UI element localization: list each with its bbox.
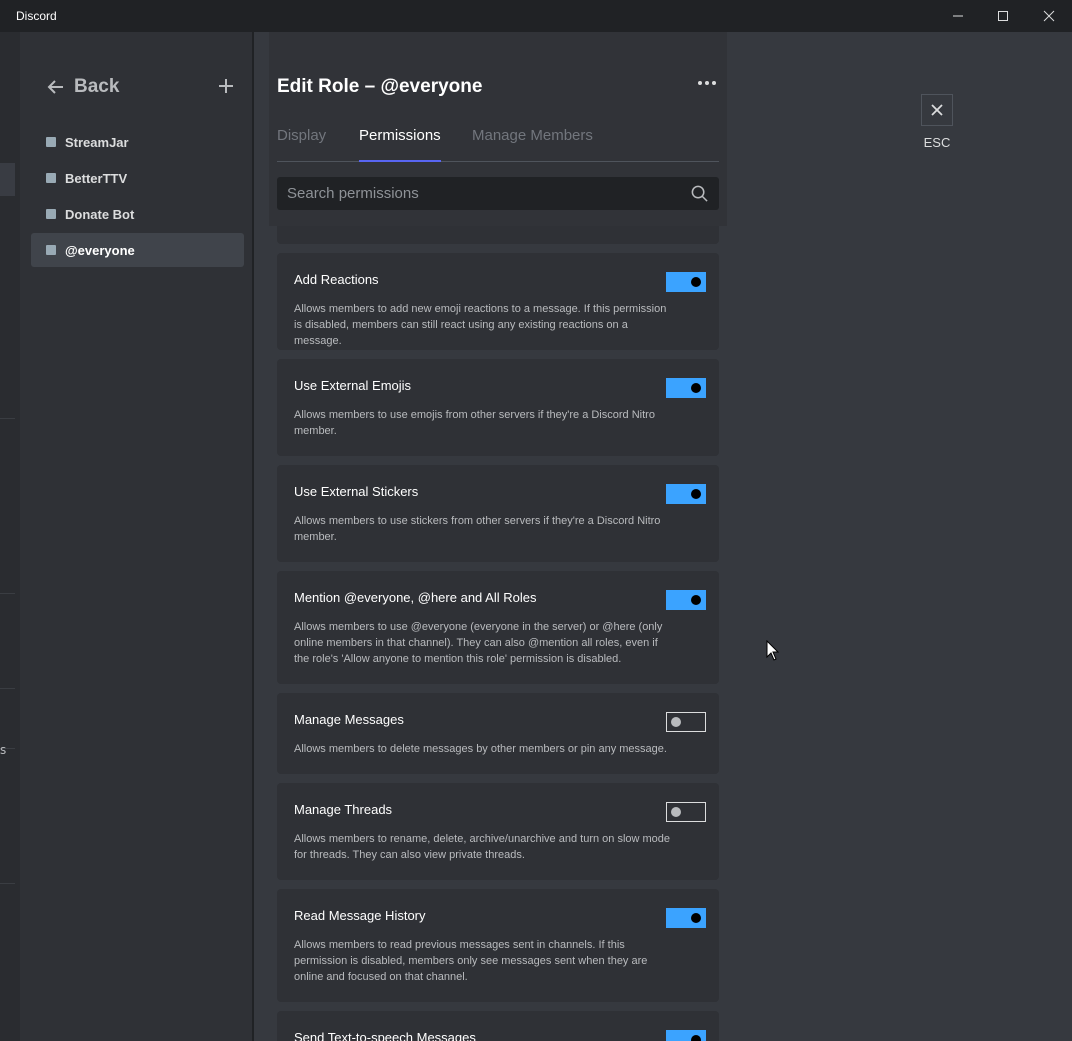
toggle-knob (671, 807, 681, 817)
minimize-icon (953, 15, 963, 17)
permission-toggle[interactable] (666, 590, 706, 610)
edit-role-content: Edit Role – @everyone Display Permission… (254, 32, 1072, 1041)
role-name: Donate Bot (65, 206, 135, 222)
toggle-knob (691, 277, 701, 287)
discord-window: Discord s Back StreamJar BetterTTV Donat… (0, 0, 1072, 1041)
permission-toggle[interactable] (666, 484, 706, 504)
ellipsis-icon (705, 81, 709, 85)
edge-text: s (0, 743, 7, 757)
close-icon (931, 104, 943, 116)
permission-card: Use External Emojis Allows members to us… (277, 359, 719, 456)
permission-name: Use External Emojis (294, 378, 412, 393)
close-icon (1043, 10, 1055, 22)
tab-bar: Display Permissions Manage Members (277, 124, 719, 162)
permission-card: Use External Stickers Allows members to … (277, 465, 719, 562)
role-color-swatch (46, 173, 56, 183)
app-title: Discord (16, 9, 57, 23)
role-item-selected[interactable]: @everyone (31, 233, 244, 267)
search-box (277, 177, 719, 210)
back-label: Back (74, 76, 120, 97)
permission-toggle[interactable] (666, 712, 706, 732)
window-close-button[interactable] (1026, 0, 1072, 32)
toggle-knob (671, 717, 681, 727)
back-button[interactable]: Back (46, 76, 119, 98)
tab-permissions[interactable]: Permissions (359, 127, 441, 162)
permission-name: Manage Threads (294, 802, 393, 817)
permission-description: Allows members to read previous messages… (294, 939, 648, 983)
search-icon[interactable] (690, 184, 709, 203)
edge-highlight (0, 163, 15, 196)
toggle-knob (691, 913, 701, 923)
permission-toggle[interactable] (666, 908, 706, 928)
permission-description: Allows members to rename, delete, archiv… (294, 833, 671, 861)
plus-icon (219, 79, 233, 93)
permission-toggle[interactable] (666, 272, 706, 292)
role-color-swatch (46, 209, 56, 219)
role-color-swatch (46, 245, 56, 255)
roles-sidebar: Back StreamJar BetterTTV Donate Bot @eve… (20, 32, 252, 1041)
permission-name: Manage Messages (294, 712, 404, 727)
permission-card: Add Reactions Allows members to add new … (277, 253, 719, 350)
permission-name: Read Message History (294, 908, 426, 923)
permission-name: Add Reactions (294, 272, 379, 287)
role-name: BetterTTV (65, 170, 128, 186)
role-item[interactable]: BetterTTV (31, 161, 244, 195)
permission-card-partial (277, 226, 719, 244)
toggle-knob (691, 383, 701, 393)
role-item[interactable]: Donate Bot (31, 197, 244, 231)
background-server-strip: s (0, 32, 20, 1041)
permission-card: Manage Messages Allows members to delete… (277, 693, 719, 774)
add-role-button[interactable] (216, 76, 236, 96)
permission-card: Send Text-to-speech Messages (277, 1011, 719, 1041)
permission-toggle[interactable] (666, 802, 706, 822)
mouse-cursor-icon (766, 640, 780, 661)
edge-divider (0, 418, 15, 419)
edge-divider (0, 883, 15, 884)
tab-display[interactable]: Display (277, 127, 326, 162)
close-settings-button[interactable] (921, 94, 953, 126)
toggle-knob (691, 489, 701, 499)
permission-description: Allows members to use stickers from othe… (294, 515, 661, 543)
minimize-button[interactable] (935, 0, 981, 32)
title-bar: Discord (0, 0, 1072, 32)
esc-label: ESC (923, 135, 951, 150)
permission-card: Manage Threads Allows members to rename,… (277, 783, 719, 880)
permission-description: Allows members to use @everyone (everyon… (294, 621, 663, 665)
maximize-icon (998, 11, 1008, 21)
arrow-left-icon (47, 80, 63, 94)
permission-description: Allows members to add new emoji reaction… (294, 303, 667, 347)
maximize-button[interactable] (980, 0, 1026, 32)
toggle-knob (691, 595, 701, 605)
role-list: StreamJar BetterTTV Donate Bot @everyone (31, 125, 244, 269)
permission-toggle[interactable] (666, 1030, 706, 1041)
tab-manage-members[interactable]: Manage Members (472, 127, 593, 162)
edit-role-header: Edit Role – @everyone Display Permission… (269, 32, 727, 226)
search-permissions-input[interactable] (277, 177, 677, 210)
more-options-button[interactable] (695, 76, 719, 90)
permission-description: Allows members to delete messages by oth… (294, 743, 667, 755)
toggle-knob (691, 1035, 701, 1041)
role-color-swatch (46, 137, 56, 147)
permission-toggle[interactable] (666, 378, 706, 398)
edge-divider (0, 593, 15, 594)
ellipsis-icon (712, 81, 716, 85)
permissions-list[interactable]: Add Reactions Allows members to add new … (277, 226, 719, 1041)
permission-name: Mention @everyone, @here and All Roles (294, 590, 537, 605)
permission-card: Read Message History Allows members to r… (277, 889, 719, 1002)
permission-card: Mention @everyone, @here and All Roles A… (277, 571, 719, 684)
edge-divider (0, 688, 15, 689)
role-name: StreamJar (65, 134, 129, 150)
ellipsis-icon (698, 81, 702, 85)
permission-name: Send Text-to-speech Messages (294, 1030, 476, 1041)
page-title: Edit Role – @everyone (277, 76, 483, 97)
role-item[interactable]: StreamJar (31, 125, 244, 159)
role-name: @everyone (65, 242, 135, 258)
permission-description: Allows members to use emojis from other … (294, 409, 655, 437)
permission-name: Use External Stickers (294, 484, 419, 499)
